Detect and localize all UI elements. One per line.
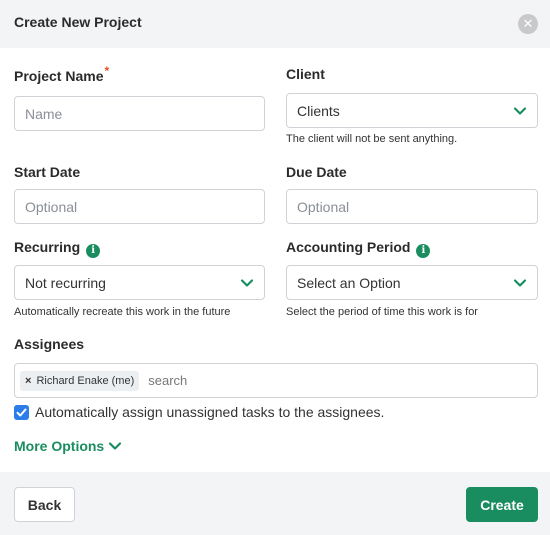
recurring-select[interactable]: Not recurring <box>14 265 265 300</box>
recurring-help-text: Automatically recreate this work in the … <box>14 306 231 318</box>
accounting-period-label: Accounting Period i <box>286 239 431 258</box>
auto-assign-checkbox[interactable] <box>14 404 29 420</box>
close-icon: ✕ <box>522 16 534 31</box>
project-name-input[interactable] <box>14 96 265 131</box>
due-date-input[interactable] <box>286 189 538 224</box>
required-mark: * <box>104 64 110 78</box>
recurring-select-value: Not recurring <box>25 274 106 291</box>
assignees-field[interactable]: × Richard Enake (me) <box>14 363 538 398</box>
assignee-chip: × Richard Enake (me) <box>20 370 140 391</box>
back-button[interactable]: Back <box>14 487 75 522</box>
dialog-title: Create New Project <box>14 14 142 30</box>
more-options-toggle[interactable]: More Options <box>14 438 122 454</box>
chevron-down-icon <box>109 442 122 450</box>
assignee-chip-label: Richard Enake (me) <box>36 374 135 387</box>
client-help-text: The client will not be sent anything. <box>286 133 458 145</box>
project-name-label-text: Project Name <box>14 68 104 84</box>
assignees-label: Assignees <box>14 336 85 352</box>
start-date-input[interactable] <box>14 189 265 224</box>
chevron-down-icon <box>513 278 527 287</box>
accounting-period-select[interactable]: Select an Option <box>286 265 538 300</box>
recurring-label-text: Recurring <box>14 239 81 255</box>
create-project-dialog: Create New Project ✕ Project Name* Clien… <box>0 0 550 535</box>
client-select[interactable]: Clients <box>286 93 538 128</box>
client-select-value: Clients <box>297 102 340 119</box>
accounting-period-help-text: Select the period of time this work is f… <box>286 306 478 318</box>
accounting-period-label-text: Accounting Period <box>286 239 411 255</box>
close-button[interactable]: ✕ <box>518 14 538 34</box>
accounting-period-select-value: Select an Option <box>297 274 401 291</box>
auto-assign-label: Automatically assign unassigned tasks to… <box>35 404 385 420</box>
recurring-label: Recurring i <box>14 239 101 258</box>
auto-assign-row: Automatically assign unassigned tasks to… <box>14 404 384 420</box>
more-options-label: More Options <box>14 438 105 454</box>
client-label: Client <box>286 66 325 82</box>
due-date-label: Due Date <box>286 164 347 180</box>
info-icon[interactable]: i <box>86 243 101 258</box>
start-date-label: Start Date <box>14 164 81 180</box>
project-name-label: Project Name* <box>14 64 109 84</box>
dialog-header: Create New Project ✕ <box>0 0 550 48</box>
chevron-down-icon <box>513 106 527 115</box>
remove-chip-icon[interactable]: × <box>25 375 31 387</box>
assignees-search-input[interactable] <box>148 373 349 388</box>
info-icon[interactable]: i <box>416 243 431 258</box>
checkmark-icon <box>16 408 27 416</box>
create-button[interactable]: Create <box>466 487 538 522</box>
chevron-down-icon <box>240 278 254 287</box>
